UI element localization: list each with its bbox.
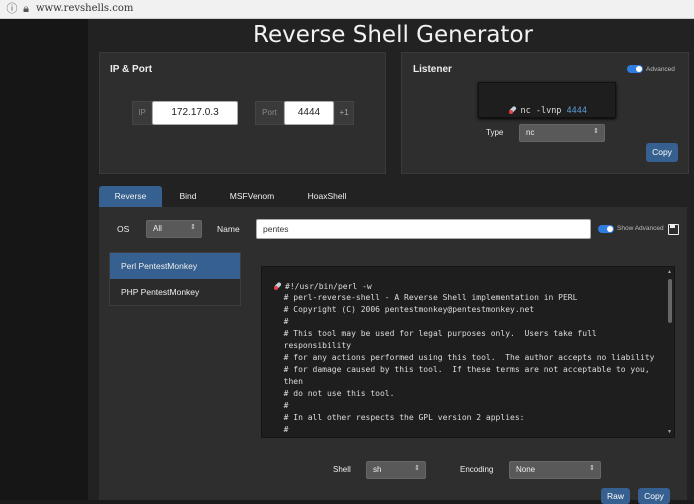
code-line: # [274,317,289,326]
payload-code-box[interactable]: #!/usr/bin/perl -w # perl-reverse-shell … [261,266,675,438]
list-item-perl-pentestmonkey[interactable]: Perl PentestMonkey [110,253,240,279]
scrollbar-thumb[interactable] [668,279,672,323]
name-label: Name [217,224,240,234]
list-item-label: Perl PentestMonkey [121,261,198,271]
type-label: Type [486,128,504,137]
listener-command-port: 4444 [566,106,588,116]
listener-command: nc -lvnp [520,106,567,116]
rocket-icon [274,281,283,290]
code-line: responsibility [274,341,352,350]
ip-label: IP [132,101,152,125]
ip-input[interactable]: 172.17.0.3 [152,101,238,125]
ip-port-heading: IP & Port [110,64,153,75]
chevron-updown-icon: ⇕ [414,465,420,472]
code-line: # [274,401,289,410]
code-line: # do not use this tool. [274,389,395,398]
copy-payload-button[interactable]: Copy [638,488,670,504]
code-line: # [274,425,289,434]
advanced-label: Advanced [646,66,675,73]
list-item-php-pentestmonkey[interactable]: PHP PentestMonkey [110,279,240,305]
code-line: # for damage caused by this tool. If the… [274,365,650,374]
chevron-updown-icon: ⇕ [190,224,196,231]
port-input[interactable]: 4444 [284,101,334,125]
info-icon[interactable]: ⓘ [6,3,18,15]
shell-label: Shell [333,465,351,474]
listener-type-value: nc [526,128,535,137]
chevron-updown-icon: ⇕ [593,128,599,135]
name-search-input[interactable]: pentes [256,219,591,239]
os-label: OS [117,224,130,234]
code-line: # for any actions performed using this t… [274,353,655,362]
left-background [0,19,88,500]
tab-msfvenom[interactable]: MSFVenom [222,186,282,207]
shell-value: sh [373,465,382,474]
code-line: #!/usr/bin/perl -w [274,281,372,291]
code-scrollbar[interactable]: ▲ ▼ [667,269,672,435]
os-select[interactable]: All ⇕ [146,220,202,238]
os-value: All [153,224,162,233]
show-advanced-toggle[interactable] [598,225,614,233]
encoding-select[interactable]: None ⇕ [509,461,601,479]
tab-bind[interactable]: Bind [170,186,206,207]
raw-button[interactable]: Raw [601,488,630,504]
name-search-value: pentes [263,224,289,234]
scroll-down-icon[interactable]: ▼ [667,429,672,435]
scroll-up-icon[interactable]: ▲ [667,269,672,275]
rocket-icon [509,105,518,114]
port-increment-button[interactable]: +1 [334,101,354,125]
advanced-toggle[interactable] [627,65,643,73]
encoding-label: Encoding [460,465,494,474]
show-advanced-label: Show Advanced [617,225,664,232]
encoding-value: None [516,465,536,474]
chevron-updown-icon: ⇕ [589,465,595,472]
code-line: # perl-reverse-shell - A Reverse Shell i… [274,293,578,302]
tab-reverse[interactable]: Reverse [99,186,162,207]
code-line: # In all other respects the GPL version … [274,413,525,422]
listener-heading: Listener [413,64,452,75]
port-label: Port [255,101,284,125]
page-title: Reverse Shell Generator [253,22,533,48]
listener-type-select[interactable]: nc ⇕ [519,124,605,142]
save-icon[interactable] [668,224,679,235]
lock-icon[interactable]: 🔒︎ [20,3,32,15]
code-line: then [274,377,303,386]
tab-hoaxshell[interactable]: HoaxShell [298,186,356,207]
shell-list: Perl PentestMonkey PHP PentestMonkey [109,252,241,306]
code-line: # Copyright (C) 2006 pentestmonkey@pente… [274,305,535,314]
listener-copy-button[interactable]: Copy [646,143,678,162]
browser-url-bar[interactable]: ⓘ 🔒︎ www.revshells.com [0,0,694,19]
listener-command-box: nc -lvnp 4444 [478,82,616,118]
code-line: # This tool may be used for legal purpos… [274,329,597,338]
list-item-label: PHP PentestMonkey [121,287,200,297]
shell-select[interactable]: sh ⇕ [366,461,426,479]
url-text[interactable]: www.revshells.com [36,3,133,14]
